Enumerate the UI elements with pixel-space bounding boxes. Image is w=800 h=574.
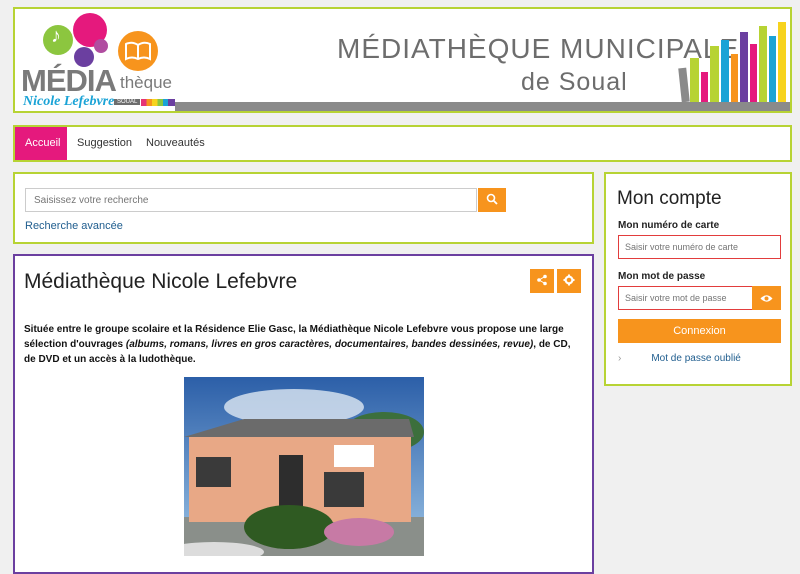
forgot-password-link[interactable]: › Mot de passe oublié xyxy=(618,353,741,364)
logo-nicole-text: Nicole Lefebvre xyxy=(23,94,115,109)
account-title: Mon compte xyxy=(617,188,722,209)
main-nav: Accueil Suggestion Nouveautés xyxy=(13,125,792,162)
gear-icon xyxy=(563,274,575,289)
logo-theque-text: thèque xyxy=(120,73,172,92)
logo-dot-purple-small xyxy=(94,39,108,53)
share-button[interactable] xyxy=(530,269,554,293)
login-button[interactable]: Connexion xyxy=(618,319,781,343)
account-panel: Mon compte Mon numéro de carte Mon mot d… xyxy=(604,172,792,386)
forgot-password-text: Mot de passe oublié xyxy=(651,353,741,364)
intro-paragraph: Située entre le groupe scolaire et la Ré… xyxy=(24,322,574,367)
password-label: Mon mot de passe xyxy=(618,271,706,282)
nav-item-accueil[interactable]: Accueil xyxy=(15,127,67,160)
chevron-right-icon: › xyxy=(618,353,622,364)
search-icon xyxy=(486,193,498,208)
page-title: Médiathèque Nicole Lefebvre xyxy=(24,270,298,293)
card-number-label: Mon numéro de carte xyxy=(618,220,720,231)
search-panel: Recherche avancée xyxy=(13,172,594,244)
search-input[interactable] xyxy=(25,188,477,212)
settings-button[interactable] xyxy=(557,269,581,293)
site-header: ♪ MÉDIA thèque Nicole Lefebvre SOUAL MÉD… xyxy=(13,7,792,113)
logo-soual-text: SOUAL xyxy=(114,99,141,105)
intro-text-italic: (albums, romans, livres en gros caractèr… xyxy=(125,339,534,350)
eye-icon xyxy=(760,291,773,306)
site-subtitle: de Soual xyxy=(521,68,628,96)
site-logo[interactable]: ♪ MÉDIA thèque Nicole Lefebvre SOUAL xyxy=(19,13,179,109)
music-note-icon: ♪ xyxy=(51,25,61,47)
share-icon xyxy=(536,274,548,289)
header-grey-bar xyxy=(175,102,790,111)
search-button[interactable] xyxy=(478,188,506,212)
logo-color-stripes xyxy=(141,99,175,106)
nav-item-nouveautes[interactable]: Nouveautés xyxy=(136,127,215,160)
card-number-input[interactable] xyxy=(618,235,781,259)
book-icon xyxy=(124,41,152,66)
password-input[interactable] xyxy=(618,286,753,310)
library-photo xyxy=(184,377,424,556)
nav-item-suggestion[interactable]: Suggestion xyxy=(67,127,142,160)
show-password-button[interactable] xyxy=(752,286,781,310)
main-content: Médiathèque Nicole Lefebvre Située entre… xyxy=(13,254,594,574)
books-illustration xyxy=(678,22,788,103)
advanced-search-link[interactable]: Recherche avancée xyxy=(25,220,123,232)
